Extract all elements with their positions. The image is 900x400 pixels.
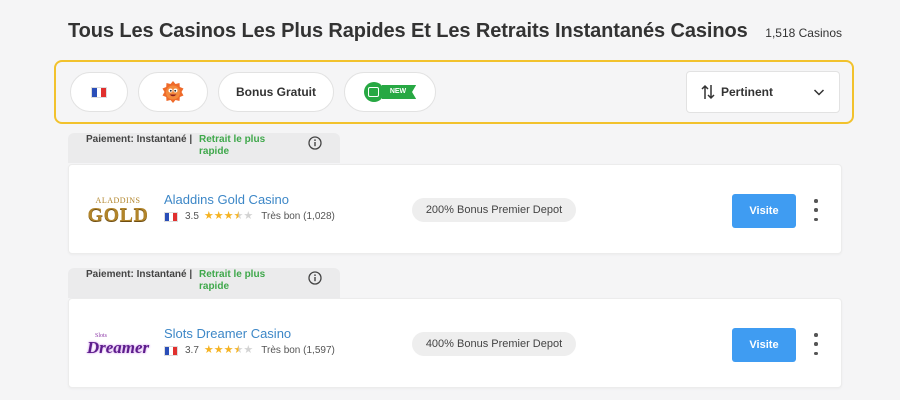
casino-tab-bar: Paiement: Instantané | Retrait le plus r… xyxy=(68,268,340,298)
filter-country-button[interactable] xyxy=(70,72,128,112)
rating-row: 3.5 ★ ★ ★ ★ ★ Très bon (1,028) xyxy=(164,211,335,222)
sort-selected-value: Pertinent xyxy=(721,85,774,99)
sort-arrows-icon xyxy=(701,84,715,100)
france-flag-icon xyxy=(164,211,178,222)
star-icon: ★ xyxy=(203,344,214,356)
rating-stars: ★ ★ ★ ★ ★ xyxy=(204,345,253,356)
sort-dropdown[interactable]: Pertinent xyxy=(686,71,840,113)
star-icon: ★ xyxy=(213,210,224,222)
star-icon: ★ xyxy=(243,210,254,222)
more-options-icon[interactable] xyxy=(810,333,822,355)
casino-count: 1,518 Casinos xyxy=(765,26,842,40)
casino-tab-bar: Paiement: Instantané | Retrait le plus r… xyxy=(68,133,340,163)
star-icon: ★ xyxy=(233,210,244,222)
fast-withdrawal-tab[interactable]: Retrait le plus rapide xyxy=(199,269,279,293)
fast-withdrawal-tab[interactable]: Retrait le plus rapide xyxy=(199,134,279,158)
orange-mascot-icon xyxy=(162,81,184,103)
rating-text: Très bon (1,597) xyxy=(261,345,335,356)
payment-tab[interactable]: Paiement: Instantané | xyxy=(86,134,198,146)
bonus-badge: 200% Bonus Premier Depot xyxy=(412,198,576,222)
star-icon: ★ xyxy=(223,210,234,222)
filter-mascot-button[interactable] xyxy=(138,72,208,112)
filter-bonus-gratuit-button[interactable]: Bonus Gratuit xyxy=(218,72,334,112)
star-icon: ★ xyxy=(213,344,224,356)
star-icon: ★ xyxy=(233,344,244,356)
rating-text: Très bon (1,028) xyxy=(261,211,335,222)
info-icon[interactable] xyxy=(308,271,322,285)
new-badge: NEW xyxy=(363,82,417,102)
rating-stars: ★ ★ ★ ★ ★ xyxy=(204,211,253,222)
france-flag-icon xyxy=(91,86,107,98)
new-label: NEW xyxy=(381,85,417,99)
casino-card: ALADDINS GOLD Aladdins Gold Casino 3.5 ★… xyxy=(68,164,842,254)
filter-bar: Bonus Gratuit NEW Pertinent xyxy=(54,60,854,124)
visit-button[interactable]: Visite xyxy=(732,194,796,228)
casino-card: Slots Dreamer Slots Dreamer Casino 3.7 ★… xyxy=(68,298,842,388)
rating-row: 3.7 ★ ★ ★ ★ ★ Très bon (1,597) xyxy=(164,345,335,356)
calendar-icon xyxy=(363,82,384,102)
casino-logo[interactable]: Slots Dreamer xyxy=(85,325,151,365)
rating-score: 3.5 xyxy=(185,211,199,222)
page-header: Tous Les Casinos Les Plus Rapides Et Les… xyxy=(68,20,842,48)
filter-new-button[interactable]: NEW xyxy=(344,72,436,112)
casino-name-link[interactable]: Slots Dreamer Casino xyxy=(164,326,291,341)
star-icon: ★ xyxy=(223,344,234,356)
bonus-badge: 400% Bonus Premier Depot xyxy=(412,332,576,356)
france-flag-icon xyxy=(164,345,178,356)
star-icon: ★ xyxy=(243,344,254,356)
rating-score: 3.7 xyxy=(185,345,199,356)
visit-button[interactable]: Visite xyxy=(732,328,796,362)
more-options-icon[interactable] xyxy=(810,199,822,221)
casino-logo[interactable]: ALADDINS GOLD xyxy=(85,191,151,231)
page-title: Tous Les Casinos Les Plus Rapides Et Les… xyxy=(68,20,748,42)
payment-tab[interactable]: Paiement: Instantané | xyxy=(86,269,198,281)
chevron-down-icon xyxy=(813,89,825,96)
star-icon: ★ xyxy=(203,210,214,222)
info-icon[interactable] xyxy=(308,136,322,150)
casino-name-link[interactable]: Aladdins Gold Casino xyxy=(164,192,289,207)
